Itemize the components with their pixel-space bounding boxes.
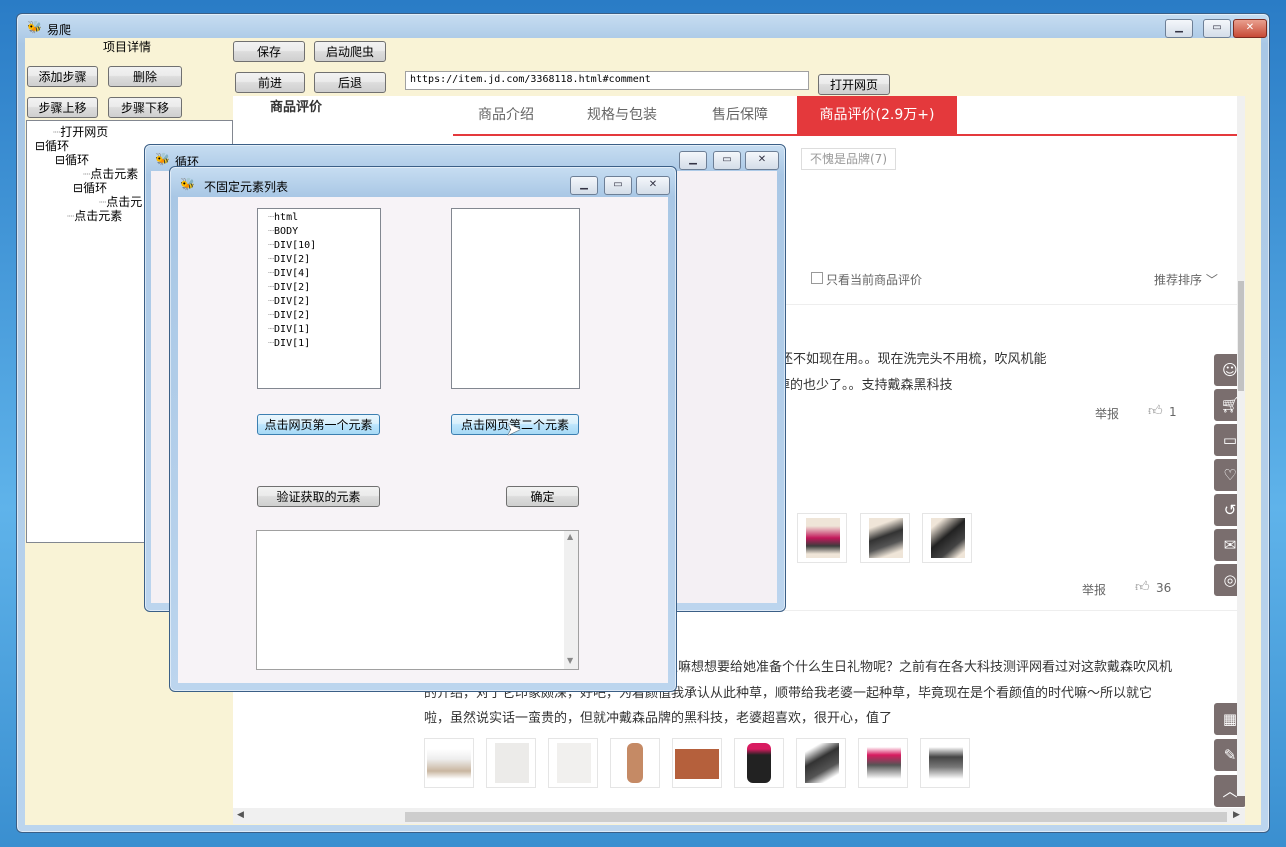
forward-button[interactable]: 前进	[235, 72, 305, 93]
add-step-button[interactable]: 添加步骤	[27, 66, 98, 87]
click-first-element-button[interactable]: 点击网页第一个元素	[257, 414, 380, 435]
h-scroll-thumb[interactable]	[405, 812, 1227, 822]
element-path-item[interactable]: ┈DIV[1]	[268, 324, 310, 335]
tab-bar: 商品介绍 规格与包装 售后保障 商品评价(2.9万+)	[453, 96, 1243, 136]
element-path-item[interactable]: ┈html	[268, 212, 298, 223]
review3-photo[interactable]	[548, 738, 598, 788]
step-up-button[interactable]: 步骤上移	[27, 97, 98, 118]
review2-photo[interactable]	[797, 513, 847, 563]
element-path-item[interactable]: ┈DIV[2]	[268, 296, 310, 307]
review3-photo[interactable]	[486, 738, 536, 788]
scroll-left-icon[interactable]: ◀	[237, 810, 244, 820]
scroll-down-icon[interactable]: ▼	[567, 656, 573, 665]
review3-photo[interactable]	[610, 738, 660, 788]
tree-node-click-element-3[interactable]: ┈点击元素	[67, 207, 122, 224]
review3-text-line1: 以嘛想想要给她准备个什么生日礼物呢？之前有在各大科技测评网看过对这款戴森吹风机	[665, 660, 1173, 675]
mouse-cursor-icon: ➤	[506, 419, 522, 440]
review1-like-count: 1	[1169, 405, 1177, 419]
review2-photo[interactable]	[922, 513, 972, 563]
element-path-item[interactable]: ┈DIV[2]	[268, 310, 310, 321]
vertical-scrollbar[interactable]	[1237, 96, 1245, 796]
element-path-item[interactable]: ┈DIV[1]	[268, 338, 310, 349]
result-textarea[interactable]: ▲ ▼	[256, 530, 579, 670]
confirm-button[interactable]: 确定	[506, 486, 579, 507]
tab-after-sale[interactable]: 售后保障	[687, 96, 793, 134]
scroll-up-icon[interactable]: ▲	[567, 532, 573, 541]
delete-button[interactable]: 删除	[108, 66, 182, 87]
maximize-button[interactable]: ▭	[604, 176, 632, 195]
review1-like-icon[interactable]: 👍︎	[1148, 402, 1163, 419]
section-title: 商品评价	[270, 100, 323, 115]
close-button[interactable]: ✕	[745, 151, 779, 170]
collapse-icon[interactable]: ⊟	[73, 181, 83, 195]
url-input[interactable]: https://item.jd.com/3368118.html#comment	[405, 71, 809, 90]
collapse-icon[interactable]: ⊟	[35, 139, 45, 153]
element-path-item[interactable]: ┈DIV[2]	[268, 254, 310, 265]
review2-report-link[interactable]: 举报	[1082, 581, 1106, 598]
review3-photo[interactable]	[858, 738, 908, 788]
verify-element-button[interactable]: 验证获取的元素	[257, 486, 380, 507]
url-text: https://item.jd.com/3368118.html#comment	[410, 74, 651, 85]
review2-photo[interactable]	[860, 513, 910, 563]
start-crawler-button[interactable]: 启动爬虫	[314, 41, 386, 62]
save-button[interactable]: 保存	[233, 41, 305, 62]
tab-reviews[interactable]: 商品评价(2.9万+)	[797, 96, 957, 134]
tab-product-intro[interactable]: 商品介绍	[453, 96, 559, 134]
back-button[interactable]: 后退	[314, 72, 386, 93]
chevron-down-icon: ﹀	[1202, 273, 1218, 287]
app-icon: 🐝	[180, 177, 195, 191]
review3-photo[interactable]	[734, 738, 784, 788]
step-down-button[interactable]: 步骤下移	[108, 97, 182, 118]
review3-text-line3: 啦，虽然说实话一蛮贵的，但就冲戴森品牌的黑科技，老婆超喜欢，很开心，值了	[424, 711, 893, 726]
tab-spec-pack[interactable]: 规格与包装	[569, 96, 675, 134]
element-path-item[interactable]: ┈DIV[2]	[268, 282, 310, 293]
maximize-button[interactable]: ▭	[1203, 19, 1231, 38]
close-button[interactable]: ✕	[1233, 19, 1267, 38]
minimize-button[interactable]: ▁	[1165, 19, 1193, 38]
element-path-item[interactable]: ┈DIV[4]	[268, 268, 310, 279]
sort-dropdown[interactable]: 推荐排序 ﹀	[1154, 271, 1218, 288]
minimize-button[interactable]: ▁	[570, 176, 598, 195]
element-path-item[interactable]: ┈DIV[10]	[268, 240, 316, 251]
tag-not-disappointing[interactable]: 不愧是品牌(7)	[801, 148, 896, 170]
review3-photo[interactable]	[796, 738, 846, 788]
main-window-title: 易爬	[47, 23, 72, 37]
project-detail-heading: 项目详情	[103, 40, 152, 54]
element-path-item[interactable]: ┈BODY	[268, 226, 298, 237]
open-page-button[interactable]: 打开网页	[818, 74, 890, 95]
review2-like-icon[interactable]: 👍︎	[1135, 578, 1150, 595]
review2-like-count: 36	[1156, 581, 1172, 595]
only-current-checkbox[interactable]	[811, 272, 823, 284]
element-list-window-title: 不固定元素列表	[204, 180, 289, 194]
h-scrollbar-bar[interactable]: ◀ ▶	[233, 810, 1245, 824]
collapse-icon[interactable]: ⊟	[55, 153, 65, 167]
close-button[interactable]: ✕	[636, 176, 670, 195]
review3-photo[interactable]	[920, 738, 970, 788]
app-icon: 🐝	[27, 20, 42, 34]
only-current-label: 只看当前商品评价	[826, 273, 923, 287]
review3-photo[interactable]	[672, 738, 722, 788]
scroll-thumb[interactable]	[1238, 281, 1244, 391]
second-element-tree[interactable]	[451, 208, 580, 389]
app-icon: 🐝	[155, 152, 170, 166]
review1-report-link[interactable]: 举报	[1095, 405, 1119, 422]
maximize-button[interactable]: ▭	[713, 151, 741, 170]
textarea-scrollbar[interactable]: ▲ ▼	[564, 531, 578, 669]
sort-label: 推荐排序	[1154, 273, 1203, 287]
review3-photo[interactable]	[424, 738, 474, 788]
scroll-right-icon[interactable]: ▶	[1233, 810, 1240, 820]
minimize-button[interactable]: ▁	[679, 151, 707, 170]
element-path-tree[interactable]: ┈html ┈BODY ┈DIV[10] ┈DIV[2] ┈DIV[4] ┈DIV[2] ┈…	[257, 208, 381, 389]
